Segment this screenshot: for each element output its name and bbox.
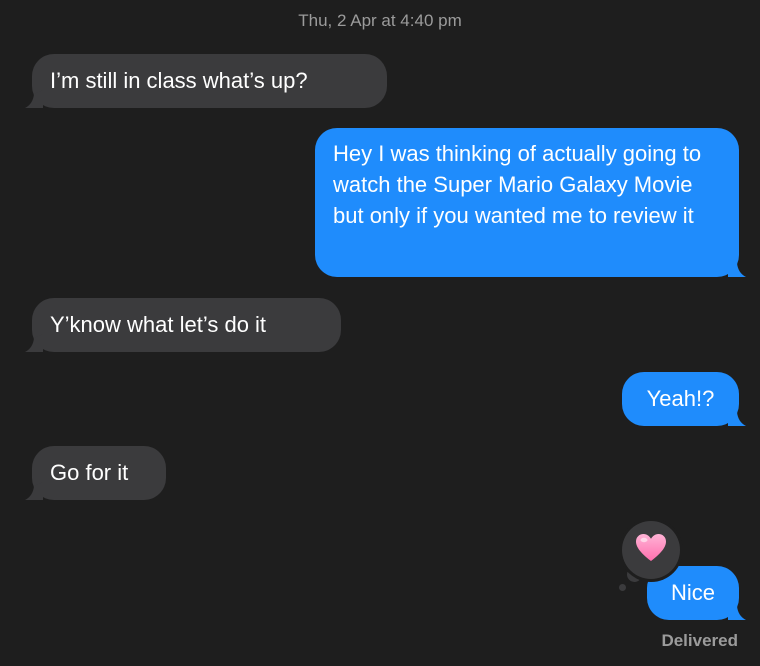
outgoing-message-bubble[interactable]: Hey I was thinking of actually going to … (315, 128, 746, 277)
incoming-message-bubble[interactable]: I’m still in class what’s up? (25, 54, 387, 108)
incoming-message-bubble[interactable]: Y’know what let’s do it (25, 298, 341, 352)
bubble-tail (25, 334, 43, 352)
tapback-reaction[interactable] (622, 521, 680, 579)
bubble-tail (25, 90, 43, 108)
message-text: Go for it (50, 460, 129, 485)
outgoing-message-bubble[interactable]: Yeah!? (622, 372, 746, 426)
bubble-tail (728, 408, 746, 426)
bubble-tail (728, 259, 746, 277)
conversation-timestamp: Thu, 2 Apr at 4:40 pm (298, 11, 462, 30)
message-text: Yeah!? (646, 386, 715, 411)
bubble-tail (728, 602, 746, 620)
message-text: Nice (670, 580, 715, 605)
message-text: Y’know what let’s do it (50, 312, 267, 337)
tapback-tail-dot (619, 584, 626, 591)
incoming-message-bubble[interactable]: Go for it (25, 446, 166, 500)
delivery-status: Delivered (661, 631, 738, 650)
message-text: Hey I was thinking of actually going to … (333, 141, 702, 228)
bubble-tail (25, 482, 43, 500)
message-text: I’m still in class what’s up? (50, 68, 308, 93)
pink-heart-icon (635, 533, 667, 568)
